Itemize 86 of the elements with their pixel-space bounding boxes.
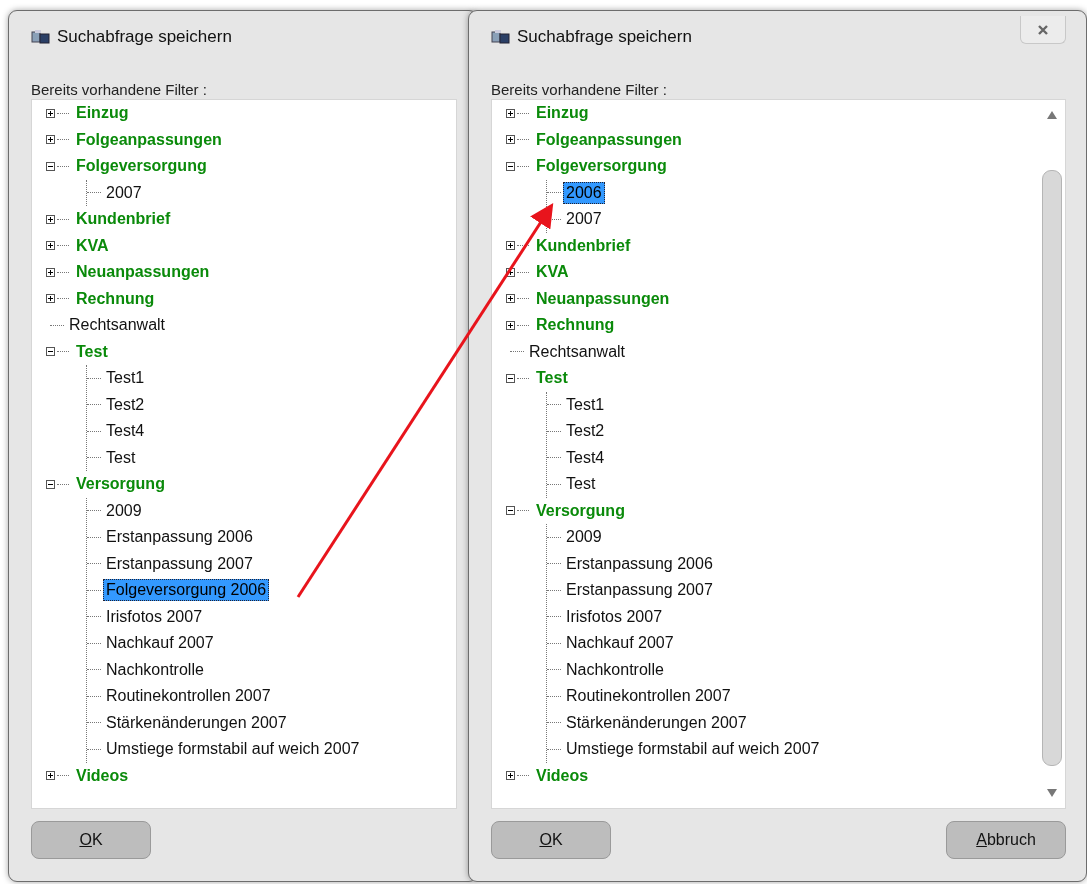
tree-item[interactable]: Einzug	[73, 102, 132, 125]
expand-icon[interactable]	[46, 267, 55, 277]
expand-icon[interactable]	[46, 241, 55, 251]
tree-item[interactable]: Videos	[533, 764, 592, 787]
expand-icon[interactable]	[506, 135, 515, 145]
tree-item[interactable]: Rechtsanwalt	[526, 340, 629, 363]
tree-item[interactable]: Test2	[103, 393, 148, 416]
tree-item[interactable]: Test4	[563, 446, 608, 469]
tree-item[interactable]: Stärkenänderungen 2007	[103, 711, 290, 734]
tree-item[interactable]: Umstiege formstabil auf weich 2007	[563, 738, 823, 761]
expand-icon[interactable]	[46, 771, 55, 781]
tree-item[interactable]: Kundenbrief	[533, 234, 634, 257]
expand-icon[interactable]	[46, 294, 55, 304]
tree-item[interactable]: KVA	[533, 261, 572, 284]
expand-icon[interactable]	[46, 214, 55, 224]
tree-item[interactable]: Folgeanpassungen	[533, 128, 685, 151]
window-icon	[491, 29, 511, 45]
collapse-icon[interactable]	[506, 506, 515, 516]
tree-item[interactable]: 2007	[103, 181, 145, 204]
window-title: Suchabfrage speichern	[517, 27, 692, 47]
tree-item[interactable]: Folgeversorgung 2006	[103, 579, 270, 602]
tree-item[interactable]: Stärkenänderungen 2007	[563, 711, 750, 734]
tree-item[interactable]: Routinekontrollen 2007	[563, 685, 734, 708]
dialog-button[interactable]: OK	[31, 821, 151, 859]
tree-item[interactable]: Folgeversorgung	[533, 155, 670, 178]
scroll-down-icon[interactable]	[1046, 788, 1058, 798]
tree-item[interactable]: Rechnung	[533, 314, 618, 337]
tree-item[interactable]: 2009	[103, 499, 145, 522]
expand-icon[interactable]	[506, 241, 515, 251]
expand-icon[interactable]	[506, 320, 515, 330]
collapse-icon[interactable]	[46, 479, 55, 489]
dialog-button[interactable]: Abbruch	[946, 821, 1066, 859]
tree-item[interactable]: Erstanpassung 2007	[103, 552, 256, 575]
tree-item[interactable]: Test	[533, 367, 571, 390]
tree-item[interactable]: Neuanpassungen	[533, 287, 673, 310]
expand-icon[interactable]	[506, 108, 515, 118]
collapse-icon[interactable]	[506, 373, 515, 383]
tree-item[interactable]: Folgeanpassungen	[73, 128, 225, 151]
tree-item[interactable]: Nachkontrolle	[563, 658, 667, 681]
tree-item[interactable]: Rechnung	[73, 287, 158, 310]
collapse-icon[interactable]	[506, 161, 515, 171]
tree-item[interactable]: Test	[563, 473, 599, 496]
collapse-icon[interactable]	[46, 161, 55, 171]
tree-item[interactable]: Videos	[73, 764, 132, 787]
tree-item[interactable]: Rechtsanwalt	[66, 314, 169, 337]
tree-item[interactable]: 2009	[563, 526, 605, 549]
window-icon	[31, 29, 51, 45]
tree-item[interactable]: Einzug	[533, 102, 592, 125]
tree-item[interactable]: Test	[103, 446, 139, 469]
tree-item[interactable]: Test	[73, 340, 111, 363]
tree-item[interactable]: Erstanpassung 2007	[563, 579, 716, 602]
tree-item[interactable]: Irisfotos 2007	[103, 605, 206, 628]
tree-item[interactable]: Erstanpassung 2006	[563, 552, 716, 575]
tree-item[interactable]: Nachkauf 2007	[103, 632, 217, 655]
collapse-icon[interactable]	[46, 347, 55, 357]
expand-icon[interactable]	[506, 267, 515, 277]
tree-item[interactable]: Test2	[563, 420, 608, 443]
tree-item[interactable]: Irisfotos 2007	[563, 605, 666, 628]
tree-item[interactable]: Folgeversorgung	[73, 155, 210, 178]
scroll-up-icon[interactable]	[1046, 110, 1058, 120]
expand-icon[interactable]	[506, 294, 515, 304]
scrollbar-thumb[interactable]	[1042, 170, 1062, 766]
tree-item[interactable]: Test1	[103, 367, 148, 390]
tree-item[interactable]: Neuanpassungen	[73, 261, 213, 284]
tree-item[interactable]: Kundenbrief	[73, 208, 174, 231]
tree-item[interactable]: Routinekontrollen 2007	[103, 685, 274, 708]
filter-label: Bereits vorhandene Filter :	[491, 81, 668, 99]
tree-item[interactable]: Test4	[103, 420, 148, 443]
tree-item[interactable]: KVA	[73, 234, 112, 257]
expand-icon[interactable]	[46, 108, 55, 118]
tree-item[interactable]: Erstanpassung 2006	[103, 526, 256, 549]
window-title: Suchabfrage speichern	[57, 27, 232, 47]
close-icon	[1037, 23, 1049, 36]
tree-item[interactable]: Umstiege formstabil auf weich 2007	[103, 738, 363, 761]
filter-label: Bereits vorhandene Filter :	[31, 81, 208, 99]
dialog-button[interactable]: OK	[491, 821, 611, 859]
tree-item[interactable]: Versorgung	[73, 473, 168, 496]
expand-icon[interactable]	[46, 135, 55, 145]
tree-item[interactable]: Test1	[563, 393, 608, 416]
tree-item[interactable]: Nachkontrolle	[103, 658, 207, 681]
tree-item[interactable]: 2006	[563, 181, 605, 204]
tree-item[interactable]: Nachkauf 2007	[563, 632, 677, 655]
tree-item[interactable]: Versorgung	[533, 499, 628, 522]
tree-item[interactable]: 2007	[563, 208, 605, 231]
expand-icon[interactable]	[506, 771, 515, 781]
close-button[interactable]	[1020, 16, 1066, 44]
